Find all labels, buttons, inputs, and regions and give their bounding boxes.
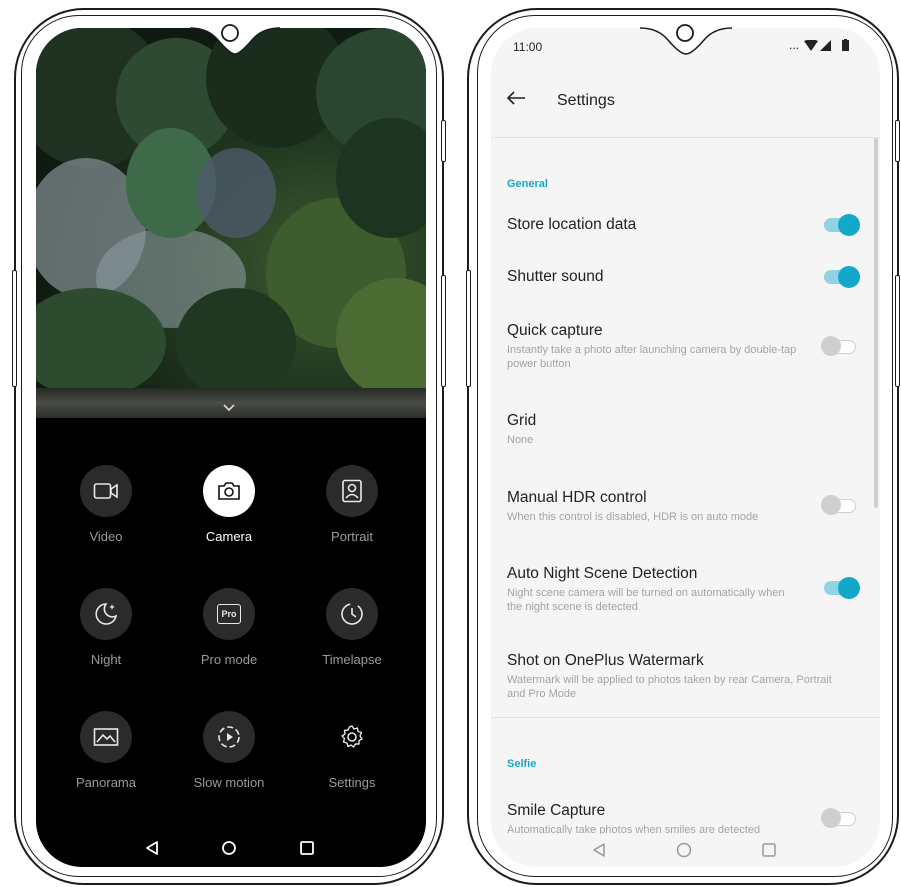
side-button-right: [441, 120, 446, 162]
mode-slow-motion[interactable]: Slow motion: [169, 711, 289, 790]
setting-shutter-sound[interactable]: Shutter sound: [507, 268, 867, 286]
scrollbar[interactable]: [874, 138, 878, 508]
status-time: 11:00: [513, 40, 543, 54]
mode-timelapse[interactable]: Timelapse: [292, 588, 412, 667]
setting-title: Shutter sound: [507, 268, 604, 285]
camera-icon: [203, 465, 255, 517]
quick-capture-toggle[interactable]: [821, 336, 856, 356]
mode-label: Portrait: [331, 529, 373, 544]
mode-label: Pro mode: [200, 652, 258, 667]
mode-label: Slow motion: [193, 775, 265, 790]
mode-label: Settings: [328, 775, 376, 790]
mode-panorama[interactable]: Panorama: [46, 711, 166, 790]
manual-hdr-toggle[interactable]: [821, 495, 856, 515]
notch-right: [640, 18, 732, 55]
store-location-toggle[interactable]: [824, 214, 860, 236]
video-icon: [80, 465, 132, 517]
camera-settings-screen: 11:00 ... Settings General Store locatio…: [491, 28, 880, 867]
mode-settings[interactable]: Settings: [292, 711, 412, 790]
back-icon[interactable]: [591, 842, 607, 858]
setting-quick-capture[interactable]: Quick capture Instantly take a photo aft…: [507, 322, 867, 371]
night-icon: [80, 588, 132, 640]
page-title: Settings: [557, 92, 615, 109]
setting-title: Shot on OnePlus Watermark: [507, 652, 704, 669]
setting-title: Store location data: [507, 216, 637, 233]
mode-label: Video: [89, 529, 123, 544]
side-button-right-2: [895, 275, 900, 387]
portrait-icon: [326, 465, 378, 517]
battery-icon: [842, 39, 849, 51]
settings-icon: [326, 711, 378, 763]
setting-subtitle: None: [507, 434, 534, 446]
setting-subtitle: When this control is disabled, HDR is on…: [507, 511, 759, 523]
setting-title: Smile Capture: [507, 802, 606, 819]
setting-store-location[interactable]: Store location data: [507, 216, 867, 234]
home-icon[interactable]: [676, 842, 692, 858]
mode-label: Camera: [205, 529, 253, 544]
signal-icon: [820, 40, 831, 51]
panorama-icon: [80, 711, 132, 763]
setting-title: Grid: [507, 412, 537, 429]
mode-video[interactable]: Video: [46, 465, 166, 544]
camera-mode-screen: Video Camera Portrait Night Pro Pro mode…: [36, 28, 426, 867]
home-icon[interactable]: [221, 840, 237, 856]
notch-left: [190, 18, 280, 55]
camera-preview-photo: [36, 28, 426, 418]
wifi-icon: [804, 40, 818, 51]
mode-label: Timelapse: [322, 652, 382, 667]
setting-title: Auto Night Scene Detection: [507, 565, 698, 582]
navigation-bar: [36, 832, 426, 864]
setting-title: Manual HDR control: [507, 489, 647, 506]
timelapse-icon: [326, 588, 378, 640]
setting-subtitle: Night scene camera will be turned on aut…: [507, 587, 785, 613]
mode-night[interactable]: Night: [46, 588, 166, 667]
navigation-bar: [491, 834, 880, 867]
setting-grid[interactable]: Grid None: [507, 412, 867, 447]
setting-watermark[interactable]: Shot on OnePlus Watermark Watermark will…: [507, 652, 867, 701]
pro-mode-icon: Pro: [203, 588, 255, 640]
back-arrow-icon[interactable]: [506, 90, 526, 106]
setting-title: Quick capture: [507, 322, 603, 339]
setting-subtitle: Watermark will be applied to photos take…: [507, 674, 832, 700]
side-button-left: [466, 270, 471, 387]
auto-night-toggle[interactable]: [824, 577, 860, 599]
status-ellipsis: ...: [789, 38, 800, 52]
side-button-right-2: [441, 275, 446, 387]
smile-capture-toggle[interactable]: [821, 808, 856, 828]
back-icon[interactable]: [144, 840, 160, 856]
section-general: General: [507, 178, 548, 190]
mode-camera[interactable]: Camera: [169, 465, 289, 544]
shutter-sound-toggle[interactable]: [824, 266, 860, 288]
mode-label: Night: [90, 652, 122, 667]
mode-portrait[interactable]: Portrait: [292, 465, 412, 544]
section-selfie: Selfie: [507, 758, 537, 770]
recents-icon[interactable]: [299, 840, 315, 856]
side-button-right: [895, 120, 900, 162]
chevron-down-icon[interactable]: [222, 400, 236, 416]
side-button-left: [12, 270, 17, 387]
setting-subtitle: Instantly take a photo after launching c…: [507, 344, 797, 370]
header-divider: [491, 137, 880, 138]
mode-pro[interactable]: Pro Pro mode: [169, 588, 289, 667]
recents-icon[interactable]: [761, 842, 777, 858]
setting-manual-hdr[interactable]: Manual HDR control When this control is …: [507, 489, 867, 524]
settings-header: Settings: [491, 68, 880, 138]
slow-motion-icon: [203, 711, 255, 763]
setting-auto-night[interactable]: Auto Night Scene Detection Night scene c…: [507, 565, 867, 614]
mode-label: Panorama: [76, 775, 136, 790]
section-divider: [491, 717, 880, 718]
pro-badge: Pro: [217, 604, 241, 624]
setting-smile-capture[interactable]: Smile Capture Automatically take photos …: [507, 802, 867, 837]
